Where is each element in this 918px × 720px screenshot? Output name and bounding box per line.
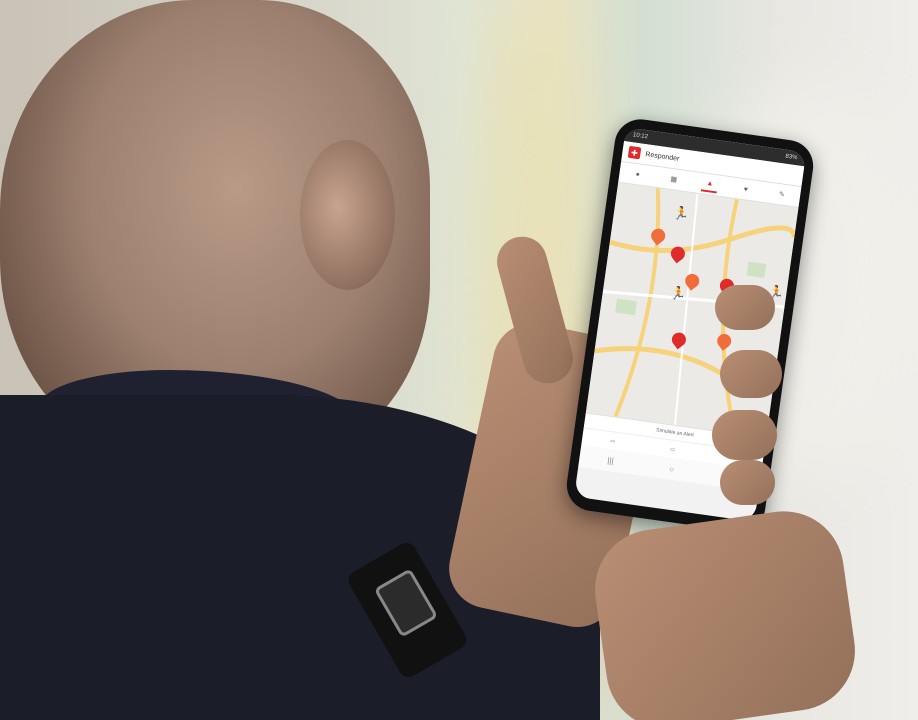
finger-1 xyxy=(715,285,775,330)
nav-recents-icon[interactable]: ||| xyxy=(607,455,614,465)
app-title: Responder xyxy=(644,150,680,163)
responder-logo-icon: ✚ xyxy=(627,145,642,160)
nav-home-icon[interactable]: ○ xyxy=(669,464,675,474)
man-ear xyxy=(300,140,395,290)
bottom-button-middle[interactable]: ▭ xyxy=(670,446,676,453)
heart-icon[interactable]: ♥ xyxy=(737,181,755,197)
finger-2 xyxy=(720,350,782,398)
finger-4 xyxy=(720,460,775,505)
person-icon[interactable]: ● xyxy=(629,166,647,182)
status-battery: 83% xyxy=(784,153,798,162)
status-time: 10:12 xyxy=(632,132,649,141)
building-icon[interactable]: ▦ xyxy=(665,171,683,187)
right-hand xyxy=(587,503,863,720)
photo-scene: 10:12 83% ✚ Responder ● ▦ ▲ ♥ ✎ 🏃 🏃 🏃 Si… xyxy=(0,0,918,720)
edit-icon[interactable]: ✎ xyxy=(773,186,791,202)
phone-screen: 10:12 83% ✚ Responder ● ▦ ▲ ♥ ✎ 🏃 🏃 🏃 Si… xyxy=(574,127,807,522)
responder-runner-icon[interactable]: 🏃 xyxy=(669,285,687,302)
bottom-button-left[interactable]: ▭ xyxy=(610,438,616,445)
finger-3 xyxy=(712,410,777,460)
responder-runner-icon[interactable]: 🏃 xyxy=(672,205,690,222)
alert-icon[interactable]: ▲ xyxy=(700,175,719,194)
